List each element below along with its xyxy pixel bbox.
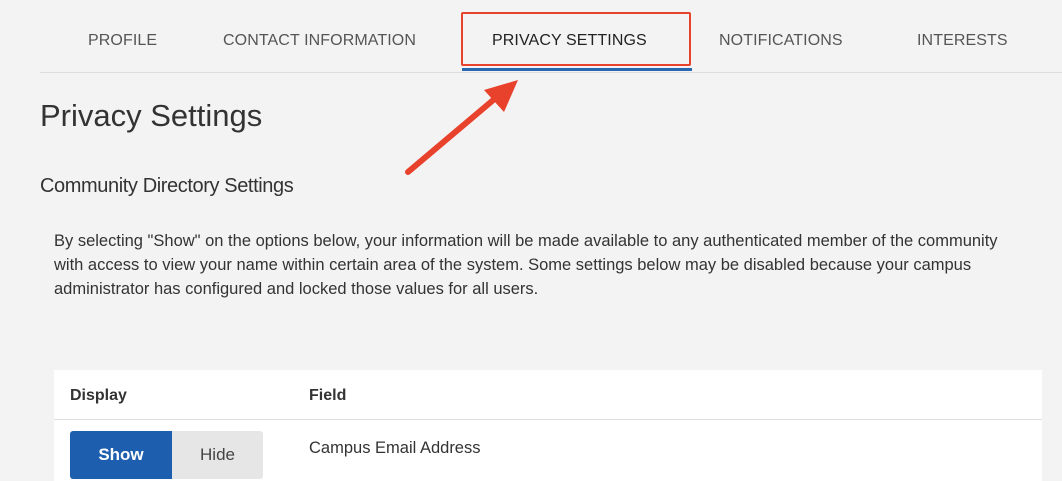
tab-profile[interactable]: PROFILE bbox=[88, 32, 157, 50]
column-header-display: Display bbox=[70, 387, 127, 404]
tab-privacy-settings[interactable]: PRIVACY SETTINGS bbox=[492, 32, 647, 50]
hide-button[interactable]: Hide bbox=[172, 431, 263, 479]
table-header-divider bbox=[54, 419, 1042, 420]
show-button[interactable]: Show bbox=[70, 431, 172, 479]
active-tab-indicator bbox=[462, 68, 692, 71]
field-campus-email: Campus Email Address bbox=[309, 439, 481, 457]
column-header-field: Field bbox=[309, 387, 347, 404]
section-title: Community Directory Settings bbox=[40, 175, 294, 197]
settings-tab-bar: PROFILE CONTACT INFORMATION PRIVACY SETT… bbox=[40, 0, 1062, 73]
annotation-arrow-icon bbox=[405, 80, 518, 175]
page-title: Privacy Settings bbox=[40, 98, 263, 133]
tab-notifications[interactable]: NOTIFICATIONS bbox=[719, 32, 843, 50]
tab-contact-information[interactable]: CONTACT INFORMATION bbox=[223, 32, 416, 50]
section-description: By selecting "Show" on the options below… bbox=[54, 232, 998, 298]
display-toggle: Show Hide bbox=[70, 431, 263, 479]
directory-settings-table: Display Field Show Hide Campus Email Add… bbox=[54, 370, 1042, 481]
tab-interests[interactable]: INTERESTS bbox=[917, 32, 1008, 50]
